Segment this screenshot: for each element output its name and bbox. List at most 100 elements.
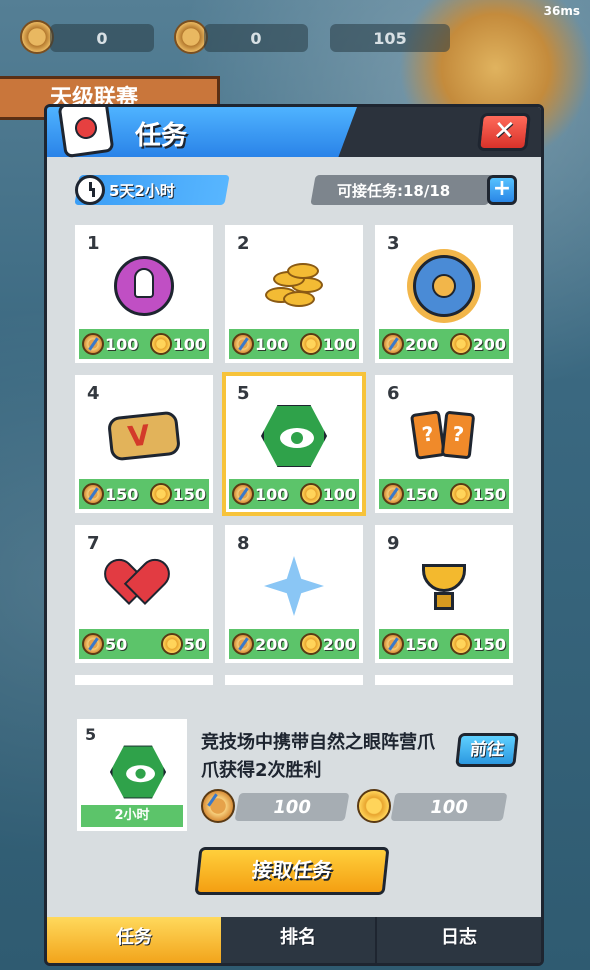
badge-icon	[409, 251, 479, 321]
task-number: 9	[387, 533, 400, 554]
gold-coin-icon	[149, 333, 172, 355]
clipboard-icon	[57, 107, 115, 159]
task-number: 11	[237, 683, 262, 685]
gold-reward: 100	[299, 483, 356, 505]
gold-reward-amount: 50	[183, 634, 206, 654]
compass-reward-value: 100	[234, 793, 350, 821]
task-number: 6	[387, 383, 400, 404]
task-card-7[interactable]: 7 50 50	[75, 525, 213, 663]
compass-coin-icon	[82, 333, 104, 355]
compass-reward: 100	[232, 483, 288, 505]
task-number: 7	[87, 533, 100, 554]
eye-hexagon-icon	[259, 401, 329, 471]
task-card-10[interactable]: 10	[75, 675, 213, 685]
task-number: 12	[387, 683, 412, 685]
task-card-6[interactable]: 6?? 150 150	[375, 375, 513, 513]
selected-task-number: 5	[85, 725, 97, 744]
gold-reward-amount: 150	[472, 634, 506, 654]
compass-reward: 200	[382, 333, 438, 355]
add-tasks-button[interactable]: +	[487, 175, 517, 205]
task-card-4[interactable]: 4 150 150	[75, 375, 213, 513]
bottom-tabs: 任务 排名 日志	[47, 917, 541, 963]
gold-coin-icon	[449, 483, 472, 505]
compass-coin-icon	[382, 633, 404, 655]
task-number: 10	[87, 683, 112, 685]
close-button[interactable]: ✕	[477, 113, 531, 151]
compass-currency-icon	[20, 20, 54, 54]
compass-reward-amount: 50	[105, 634, 128, 654]
compass-reward: 200	[232, 633, 288, 655]
dialog-title: 任务	[135, 121, 188, 151]
task-rewards: 200 200	[379, 329, 509, 359]
task-card-12[interactable]: 12	[375, 675, 513, 685]
task-rewards: 150 150	[379, 629, 509, 659]
gold-reward-amount: 150	[472, 484, 506, 504]
task-grid: 1 100 100 2 100 100 3 200 200 4 150 150 5 100 100 6?? 15…	[75, 225, 519, 685]
gold-reward-amount: 200	[322, 634, 356, 654]
task-card-8[interactable]: 8 200 200	[225, 525, 363, 663]
gem-currency-value: 105	[330, 24, 450, 52]
gold-reward: 150	[449, 633, 506, 655]
compass-reward-amount: 150	[405, 634, 439, 654]
compass-reward-amount: 200	[255, 634, 289, 654]
gold-reward: 150	[449, 483, 506, 505]
gold-reward: 100	[149, 333, 206, 355]
compass-coin-icon	[232, 633, 254, 655]
gold-reward: 200	[449, 333, 506, 355]
task-card-9[interactable]: 9 150 150	[375, 525, 513, 663]
gold-reward: 100	[299, 333, 356, 355]
gold-currency-icon	[174, 20, 208, 54]
gold-coin-icon	[299, 333, 322, 355]
task-number: 4	[87, 383, 100, 404]
accept-task-button[interactable]: 接取任务	[194, 847, 390, 895]
task-rewards: 100 100	[229, 479, 359, 509]
ticket-icon	[106, 401, 182, 471]
gold-reward-amount: 100	[322, 484, 356, 504]
trophy-icon	[409, 551, 479, 621]
tab-log[interactable]: 日志	[377, 917, 541, 963]
task-rewards: 50 50	[79, 629, 209, 659]
task-card-1[interactable]: 1 100 100	[75, 225, 213, 363]
task-rewards: 100 100	[79, 329, 209, 359]
tab-ranking[interactable]: 排名	[221, 917, 375, 963]
compass-reward-amount: 100	[255, 484, 289, 504]
compass-coin-icon	[382, 483, 404, 505]
dialog-header: 任务 ✕	[47, 107, 541, 159]
task-rewards: 200 200	[229, 629, 359, 659]
compass-reward-amount: 150	[105, 484, 139, 504]
compass-reward: 150	[382, 483, 438, 505]
task-description: 竞技场中携带自然之眼阵营爪爪获得2次胜利	[201, 732, 435, 781]
star-crystal-icon	[259, 551, 329, 621]
clock-icon	[75, 175, 105, 205]
selected-task-duration: 2小时	[81, 805, 183, 827]
task-card-3[interactable]: 3 200 200	[375, 225, 513, 363]
gold-reward-icon	[357, 789, 393, 825]
compass-coin-icon	[82, 633, 104, 655]
task-number: 8	[237, 533, 250, 554]
task-number: 2	[237, 233, 250, 254]
gold-reward-amount: 100	[172, 334, 206, 354]
task-number: 1	[87, 233, 100, 254]
gold-reward: 50	[160, 633, 206, 655]
player-icon	[109, 251, 179, 321]
gold-coin-icon	[299, 483, 322, 505]
task-card-2[interactable]: 2 100 100	[225, 225, 363, 363]
selected-task-card: 5 2小时	[77, 719, 187, 831]
task-rewards: 150 150	[79, 479, 209, 509]
gold-coin-icon	[299, 633, 322, 655]
gold-coin-icon	[449, 333, 472, 355]
goto-button[interactable]: 前往	[455, 733, 519, 767]
compass-reward: 150	[82, 483, 138, 505]
gold-reward: 150	[149, 483, 206, 505]
task-number: 3	[387, 233, 400, 254]
gold-reward-value: 100	[390, 793, 508, 821]
tab-tasks[interactable]: 任务	[47, 917, 221, 963]
task-card-11[interactable]: 11	[225, 675, 363, 685]
timer-text: 5天2小时	[109, 182, 175, 200]
gold-coin-icon	[449, 633, 472, 655]
task-card-5[interactable]: 5 100 100	[222, 372, 366, 516]
latency-indicator: 36ms	[543, 4, 580, 18]
compass-reward: 100	[232, 333, 288, 355]
coins-icon	[259, 251, 329, 321]
compass-reward-icon	[201, 789, 237, 825]
